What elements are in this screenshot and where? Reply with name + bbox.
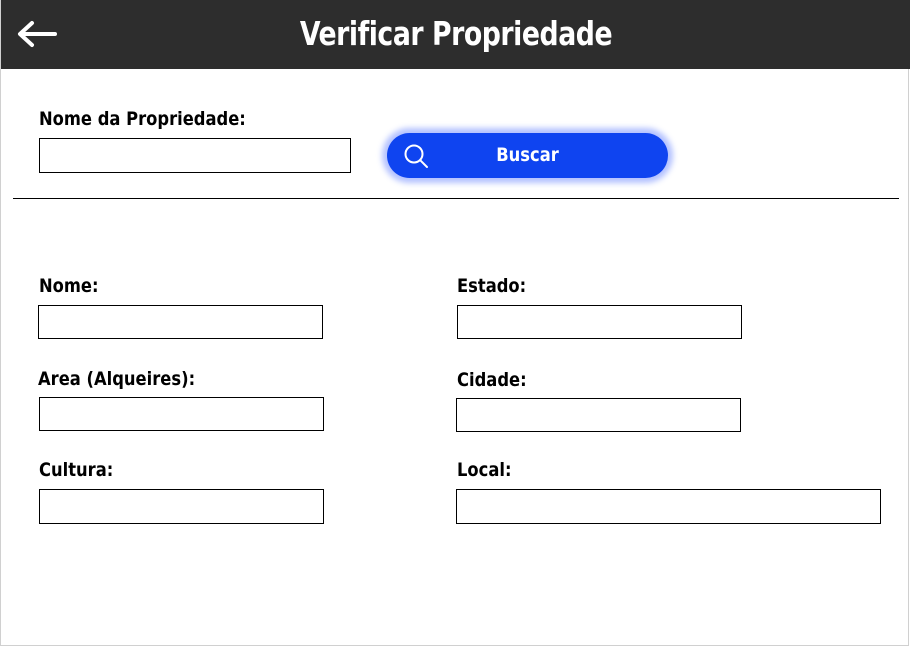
- page: Verificar Propriedade Nome da Propriedad…: [0, 0, 910, 646]
- nome-label: Nome:: [39, 275, 99, 297]
- search-button-label: Buscar: [496, 144, 559, 166]
- cidade-field[interactable]: [456, 398, 741, 432]
- property-name-label: Nome da Propriedade:: [39, 108, 246, 130]
- estado-field[interactable]: [457, 305, 742, 339]
- app-header: Verificar Propriedade: [1, 0, 910, 69]
- cidade-label: Cidade:: [457, 369, 527, 391]
- cultura-label: Cultura:: [39, 459, 114, 481]
- property-name-input[interactable]: [39, 138, 351, 173]
- section-divider: [13, 198, 899, 199]
- page-title: Verificar Propriedade: [299, 14, 613, 53]
- cultura-field[interactable]: [39, 489, 324, 524]
- local-label: Local:: [457, 459, 512, 481]
- estado-label: Estado:: [457, 275, 527, 297]
- area-field[interactable]: [39, 397, 324, 431]
- local-field[interactable]: [456, 489, 881, 524]
- area-label: Area (Alqueires):: [38, 368, 196, 390]
- search-button[interactable]: Buscar: [387, 133, 668, 178]
- nome-field[interactable]: [38, 305, 323, 339]
